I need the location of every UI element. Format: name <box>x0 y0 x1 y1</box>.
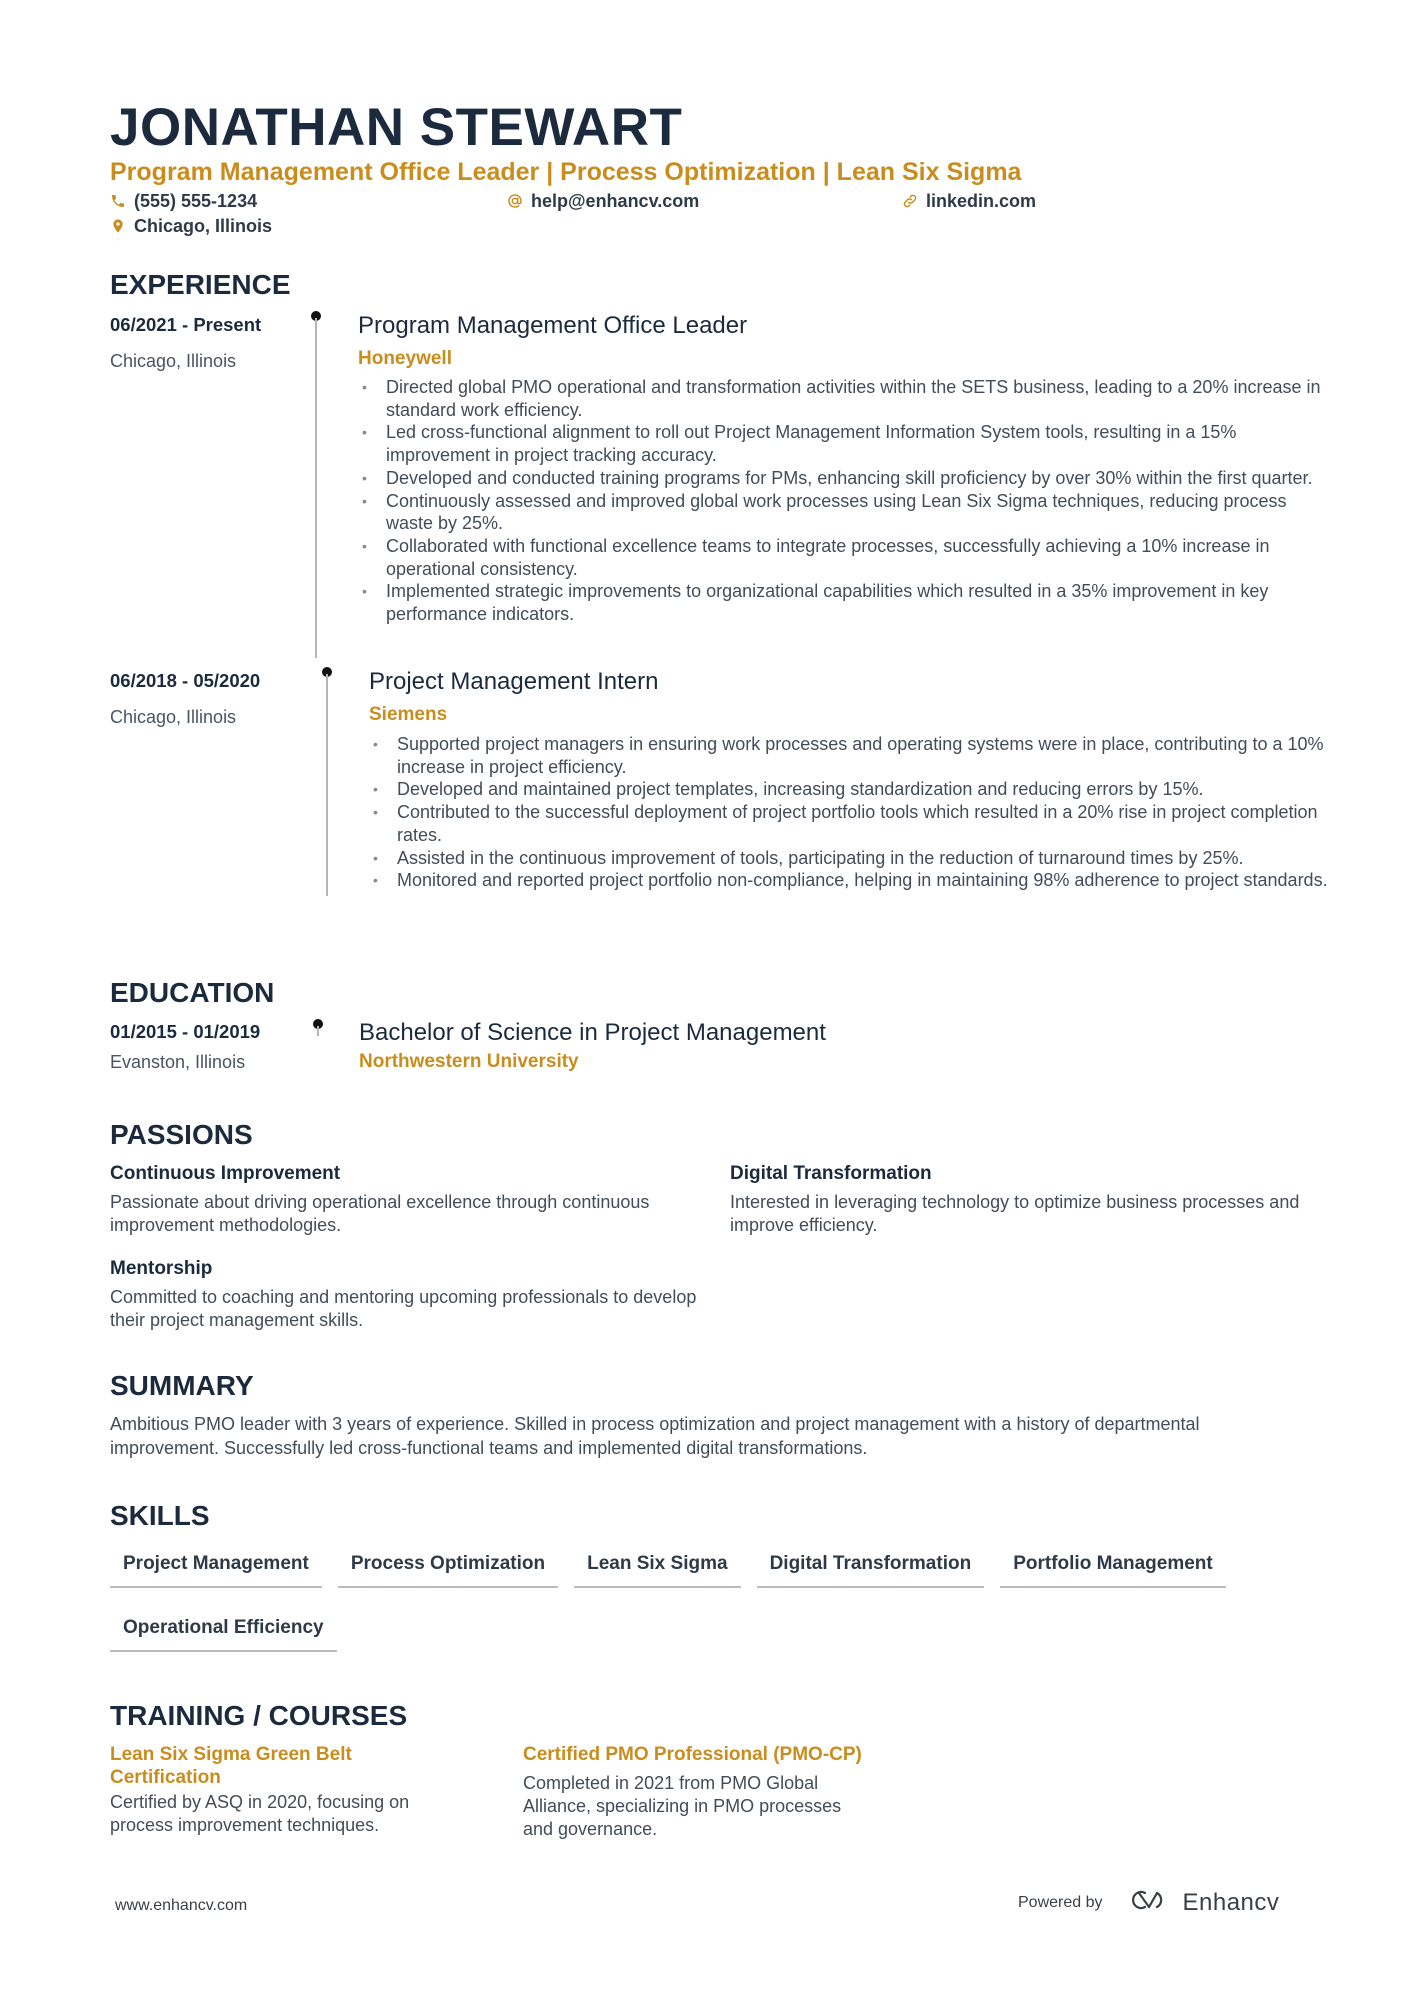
location-text: Chicago, Illinois <box>134 216 273 236</box>
training-heading: TRAINING / COURSES <box>110 1700 408 1731</box>
achievement-item: • Contributed to the successful deploymen… <box>373 802 1318 845</box>
achievement-list: • Supported project managers in ensuring … <box>369 733 1329 892</box>
experience-location: Chicago, Illinois <box>110 351 237 371</box>
footer-branding: Powered by Enhancv <box>1018 1888 1279 1917</box>
email-link[interactable]: help@enhancv.com <box>531 190 699 212</box>
skill-tag: Process Optimization <box>337 1546 559 1588</box>
skills-list: Project Management Process Optimization … <box>110 1546 1310 1652</box>
company-name: Honeywell <box>358 348 452 369</box>
degree-title: Bachelor of Science in Project Managemen… <box>359 1019 826 1046</box>
candidate-name: JONATHAN STEWART <box>110 98 683 157</box>
bullet-icon: • <box>373 872 378 889</box>
passion-description: Passionate about driving operational exc… <box>110 1192 650 1235</box>
location-pin-icon <box>110 217 126 235</box>
timeline-line <box>326 674 328 896</box>
passion-description: Interested in leveraging technology to o… <box>730 1192 1300 1235</box>
phone-icon <box>110 192 126 210</box>
bullet-icon: • <box>373 781 378 798</box>
training-description: Certified by ASQ in 2020, focusing on pr… <box>110 1792 410 1835</box>
summary-heading: SUMMARY <box>110 1370 254 1401</box>
experience-heading: EXPERIENCE <box>110 269 291 300</box>
enhancv-logo-icon <box>1127 1888 1173 1917</box>
summary-text: Ambitious PMO leader with 3 years of exp… <box>110 1414 1200 1458</box>
headline: Program Management Office Leader | Proce… <box>110 158 1022 186</box>
skill-tag: Operational Efficiency <box>110 1610 337 1652</box>
experience-date: 06/2018 - 05/2020 <box>110 670 261 691</box>
experience-date: 06/2021 - Present <box>110 314 262 335</box>
experience-location: Chicago, Illinois <box>110 707 237 727</box>
company-name: Siemens <box>369 704 448 725</box>
phone-number: (555) 555-1234 <box>134 191 258 211</box>
bullet-icon: • <box>373 804 378 821</box>
achievement-item: • Developed and maintained project templa… <box>373 779 1204 800</box>
contact-location: Chicago, Illinois <box>110 215 272 237</box>
passion-title: Mentorship <box>110 1258 213 1279</box>
contact-linkedin[interactable]: linkedin.com <box>902 190 1036 212</box>
bullet-icon: • <box>362 537 367 554</box>
education-date: 01/2015 - 01/2019 <box>110 1021 261 1042</box>
timeline-line <box>317 1026 319 1036</box>
bullet-icon: • <box>362 583 367 600</box>
achievement-item: • Collaborated with functional excellence… <box>362 535 1270 579</box>
linkedin-link[interactable]: linkedin.com <box>926 190 1036 212</box>
skill-tag: Digital Transformation <box>756 1546 985 1588</box>
achievement-list: • Directed global PMO operational and tra… <box>358 376 1338 626</box>
school-name: Northwestern University <box>359 1051 579 1072</box>
achievement-item: • Led cross-functional alignment to roll … <box>362 422 1237 466</box>
bullet-icon: • <box>373 736 378 752</box>
powered-by-label: Powered by <box>1018 1893 1103 1911</box>
bullet-icon: • <box>362 379 367 395</box>
bullet-icon: • <box>362 424 367 441</box>
training-title: Certified PMO Professional (PMO-CP) <box>523 1744 862 1765</box>
job-title: Project Management Intern <box>369 668 659 695</box>
education-location: Evanston, Illinois <box>110 1052 246 1072</box>
achievement-item: • Directed global PMO operational and tra… <box>362 377 1321 420</box>
education-heading: EDUCATION <box>110 977 275 1008</box>
skill-tag: Project Management <box>110 1546 322 1588</box>
achievement-item: • Implemented strategic improvements to o… <box>362 581 1269 625</box>
timeline-line <box>315 318 317 658</box>
link-icon <box>902 192 918 210</box>
at-icon <box>507 192 523 210</box>
bullet-icon: • <box>373 849 378 866</box>
training-title: Lean Six Sigma Green Belt Certification <box>110 1744 352 1788</box>
brand[interactable]: Enhancv <box>1127 1888 1280 1917</box>
passions-heading: PASSIONS <box>110 1119 253 1150</box>
bullet-icon: • <box>362 492 367 509</box>
bullet-icon: • <box>362 469 367 486</box>
skill-tag: Lean Six Sigma <box>574 1546 741 1588</box>
passion-description: Committed to coaching and mentoring upco… <box>110 1287 697 1330</box>
contact-email[interactable]: help@enhancv.com <box>507 190 699 212</box>
passion-title: Digital Transformation <box>730 1163 932 1184</box>
footer-website[interactable]: www.enhancv.com <box>115 1897 247 1915</box>
achievement-item: • Continuously assessed and improved glob… <box>362 490 1287 534</box>
passion-title: Continuous Improvement <box>110 1163 341 1184</box>
achievement-item: • Developed and conducted training progra… <box>362 467 1313 488</box>
brand-name: Enhancv <box>1182 1888 1280 1916</box>
training-description: Completed in 2021 from PMO Global Allian… <box>523 1773 842 1839</box>
achievement-item: • Assisted in the continuous improvement … <box>373 847 1244 868</box>
achievement-item: • Monitored and reported project portfoli… <box>373 870 1328 891</box>
job-title: Program Management Office Leader <box>358 312 748 339</box>
skill-tag: Portfolio Management <box>1000 1546 1226 1588</box>
contact-phone: (555) 555-1234 <box>110 190 257 212</box>
skills-heading: SKILLS <box>110 1500 210 1531</box>
achievement-item: • Supported project managers in ensuring … <box>373 734 1324 777</box>
